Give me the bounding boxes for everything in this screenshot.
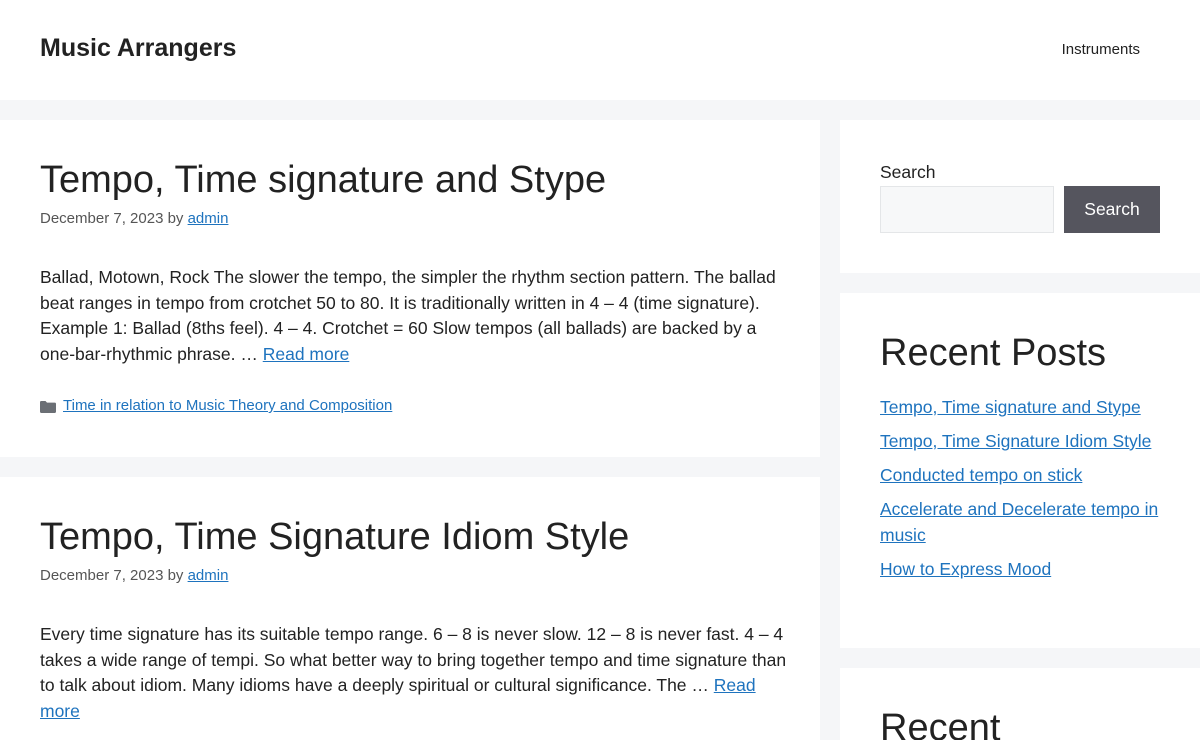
recent-post-link[interactable]: Tempo, Time Signature Idiom Style [880, 431, 1151, 451]
post-excerpt: Ballad, Motown, Rock The slower the temp… [40, 265, 790, 367]
post-article: Tempo, Time Signature Idiom Style Decemb… [0, 477, 820, 740]
recent-post-link[interactable]: Accelerate and Decelerate tempo in music [880, 499, 1158, 545]
post-author-link[interactable]: admin [188, 567, 229, 584]
list-item: How to Express Mood [880, 557, 1170, 583]
site-header: Music Arrangers Instruments [0, 0, 1200, 100]
recent-widget: Recent [840, 668, 1200, 740]
post-categories: Time in relation to Music Theory and Com… [40, 397, 392, 414]
post-meta: December 7, 2023 by admin [40, 210, 228, 227]
site-title[interactable]: Music Arrangers [40, 34, 236, 63]
list-item: Tempo, Time signature and Stype [880, 395, 1170, 421]
recent-post-link[interactable]: Conducted tempo on stick [880, 465, 1082, 485]
list-item: Accelerate and Decelerate tempo in music [880, 497, 1170, 548]
category-link[interactable]: Time in relation to Music Theory and Com… [63, 397, 392, 414]
folder-icon [40, 400, 56, 413]
post-excerpt: Every time signature has its suitable te… [40, 622, 790, 724]
post-by-label: by [167, 567, 184, 584]
post-article: Tempo, Time signature and Stype December… [0, 120, 820, 457]
post-title-link[interactable]: Tempo, Time signature and Stype [40, 159, 606, 201]
list-item: Tempo, Time Signature Idiom Style [880, 429, 1170, 455]
list-item: Conducted tempo on stick [880, 463, 1170, 489]
post-author-link[interactable]: admin [188, 210, 229, 227]
recent-posts-widget: Recent Posts Tempo, Time signature and S… [840, 293, 1200, 648]
read-more-link[interactable]: Read more [263, 344, 350, 364]
nav-item-instruments[interactable]: Instruments [1062, 41, 1140, 58]
post-excerpt-text: Every time signature has its suitable te… [40, 624, 787, 695]
post-excerpt-text: Ballad, Motown, Rock The slower the temp… [40, 267, 776, 364]
search-label: Search [880, 162, 936, 182]
post-date: December 7, 2023 [40, 567, 164, 584]
search-button[interactable]: Search [1064, 186, 1160, 233]
post-meta: December 7, 2023 by admin [40, 567, 228, 584]
recent-posts-list: Tempo, Time signature and Stype Tempo, T… [880, 395, 1170, 591]
recent-post-link[interactable]: How to Express Mood [880, 559, 1051, 579]
recent-posts-title: Recent Posts [880, 332, 1106, 374]
search-widget: Search Search [840, 120, 1200, 273]
post-by-label: by [167, 210, 184, 227]
recent-widget-title: Recent [880, 707, 1001, 740]
search-input[interactable] [880, 186, 1054, 233]
recent-post-link[interactable]: Tempo, Time signature and Stype [880, 397, 1141, 417]
post-title-link[interactable]: Tempo, Time Signature Idiom Style [40, 516, 629, 558]
post-date: December 7, 2023 [40, 210, 164, 227]
